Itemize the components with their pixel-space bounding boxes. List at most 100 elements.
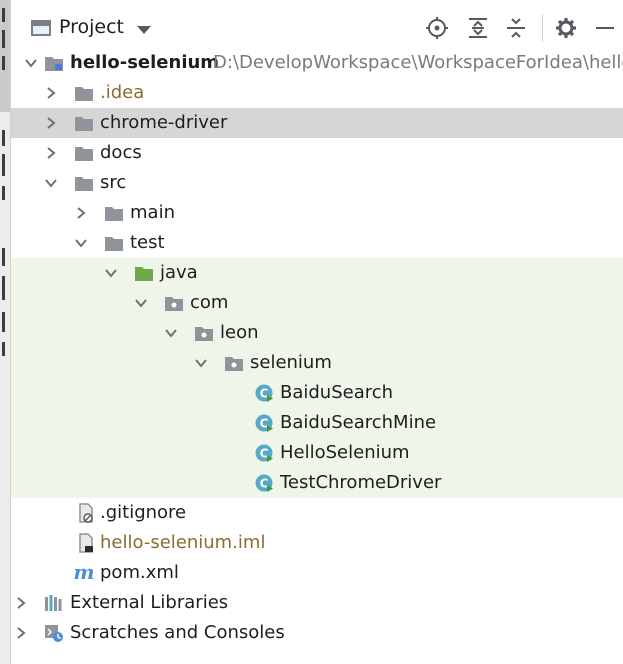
commit-tool-tab[interactable] [0, 118, 10, 210]
tree-row-java[interactable]: java [11, 258, 623, 288]
tree-row-selenium[interactable]: selenium [11, 348, 623, 378]
tree-row-idea[interactable]: .idea [11, 78, 623, 108]
tree-row-gitignore[interactable]: .gitignore [11, 498, 623, 528]
tree-row-pom[interactable]: m pom.xml [11, 558, 623, 588]
view-title[interactable]: Project [59, 16, 124, 38]
iml-file-icon [76, 533, 96, 553]
folder-name-src: src [100, 172, 127, 193]
file-name-pom: pom.xml [100, 562, 179, 583]
package-icon [194, 323, 214, 343]
folder-name-java: java [160, 262, 198, 283]
package-name-leon: leon [220, 322, 259, 343]
chevron-down-icon[interactable] [73, 235, 89, 251]
folder-icon [74, 143, 94, 163]
left-tool-strip [0, 0, 11, 664]
gear-icon[interactable] [554, 16, 578, 40]
project-tool-tab[interactable] [0, 0, 10, 112]
chevron-down-icon[interactable] [43, 175, 59, 191]
class-name: BaiduSearch [280, 382, 394, 403]
tree-row-docs[interactable]: docs [11, 138, 623, 168]
chevron-down-icon[interactable] [103, 265, 119, 281]
java-test-class-icon: C [254, 383, 274, 403]
minimize-icon[interactable] [593, 16, 617, 40]
strip-glyph [2, 312, 5, 332]
folder-icon [104, 203, 124, 223]
package-icon [164, 293, 184, 313]
scratches-icon [44, 623, 64, 643]
tree-row-class[interactable]: C BaiduSearchMine [11, 408, 623, 438]
strip-glyph [2, 276, 5, 300]
test-source-folder-icon [134, 263, 154, 283]
tree-row-src[interactable]: src [11, 168, 623, 198]
chevron-down-icon[interactable] [137, 26, 151, 34]
maven-icon: m [74, 563, 94, 583]
chevron-right-icon[interactable] [43, 85, 59, 101]
folder-name-chrome-driver: chrome-driver [100, 112, 228, 133]
folder-name-test: test [130, 232, 165, 253]
tool-window-header: Project [11, 0, 623, 48]
ignore-file-icon [76, 503, 96, 523]
collapse-all-icon[interactable] [504, 16, 528, 40]
pull-requests-tool-tab[interactable] [0, 238, 10, 368]
tree-row-leon[interactable]: leon [11, 318, 623, 348]
folder-icon [74, 83, 94, 103]
java-test-class-icon: C [254, 443, 274, 463]
toolbar-separator [542, 14, 543, 42]
file-name-gitignore: .gitignore [100, 502, 187, 523]
folder-name-docs: docs [100, 142, 142, 163]
chevron-down-icon[interactable] [193, 355, 209, 371]
chevron-down-icon[interactable] [133, 295, 149, 311]
tree-row-scratches[interactable]: Scratches and Consoles [11, 618, 623, 648]
strip-glyph [2, 186, 5, 200]
strip-glyph [2, 154, 5, 176]
folder-icon [104, 233, 124, 253]
project-tree: hello-selenium D:\DevelopWorkspace\Works… [11, 48, 623, 648]
class-name: HelloSelenium [280, 442, 410, 463]
locate-icon[interactable] [425, 16, 449, 40]
tree-row-class[interactable]: C TestChromeDriver [11, 468, 623, 498]
scratches-label: Scratches and Consoles [70, 622, 285, 643]
chevron-right-icon[interactable] [43, 115, 59, 131]
module-folder-icon [44, 53, 64, 73]
strip-glyph [2, 130, 5, 146]
folder-icon [74, 173, 94, 193]
strip-glyph [2, 8, 5, 22]
expand-all-icon[interactable] [466, 16, 490, 40]
tree-row-com[interactable]: com [11, 288, 623, 318]
tree-row-root[interactable]: hello-selenium D:\DevelopWorkspace\Works… [11, 48, 623, 78]
tree-row-main[interactable]: main [11, 198, 623, 228]
chevron-right-icon[interactable] [13, 625, 29, 641]
strip-glyph [2, 248, 5, 266]
package-name-com: com [190, 292, 229, 313]
svg-text:m: m [74, 563, 94, 583]
tree-row-test[interactable]: test [11, 228, 623, 258]
chevron-down-icon[interactable] [163, 325, 179, 341]
library-icon [44, 593, 64, 613]
project-view-icon [31, 20, 51, 36]
file-name-iml: hello-selenium.iml [100, 532, 266, 553]
chevron-right-icon[interactable] [13, 595, 29, 611]
tree-row-class[interactable]: C HelloSelenium [11, 438, 623, 468]
tree-row-class[interactable]: C BaiduSearch [11, 378, 623, 408]
chevron-right-icon[interactable] [43, 145, 59, 161]
strip-glyph [2, 30, 5, 48]
folder-name-idea: .idea [100, 82, 145, 103]
class-name: TestChromeDriver [280, 472, 442, 493]
java-test-class-icon: C [254, 473, 274, 493]
external-libraries-label: External Libraries [70, 592, 229, 613]
tree-row-iml[interactable]: hello-selenium.iml [11, 528, 623, 558]
root-module-path: D:\DevelopWorkspace\WorkspaceForIdea\hel… [213, 52, 623, 73]
tree-row-chrome-driver[interactable]: chrome-driver [11, 108, 623, 138]
folder-name-main: main [130, 202, 175, 223]
tree-row-external-libraries[interactable]: External Libraries [11, 588, 623, 618]
chevron-right-icon[interactable] [73, 205, 89, 221]
folder-icon [74, 113, 94, 133]
package-name-selenium: selenium [250, 352, 332, 373]
strip-glyph [2, 342, 5, 356]
class-name: BaiduSearchMine [280, 412, 437, 433]
package-icon [224, 353, 244, 373]
chevron-down-icon[interactable] [23, 55, 39, 71]
strip-glyph [2, 56, 5, 70]
java-test-class-icon: C [254, 413, 274, 433]
project-tool-window: Project hello-selenium D:\DevelopWorkspa… [0, 0, 623, 664]
